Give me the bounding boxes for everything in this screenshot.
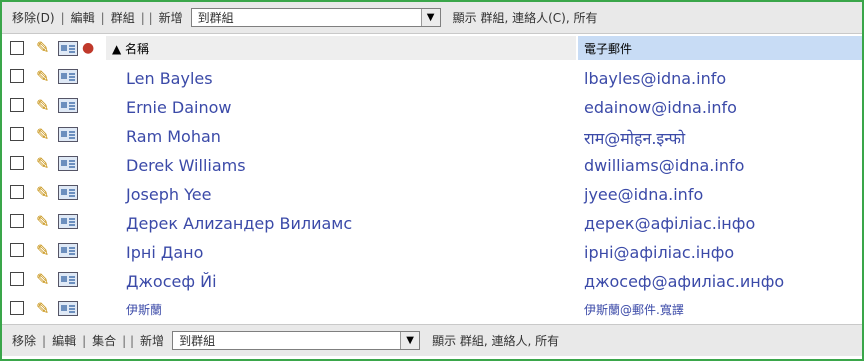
table-row[interactable]: ✎ Дерек Алиzандер Вилиамс дерек@афіліас.… bbox=[2, 209, 862, 238]
group-filter-select[interactable]: 到群組 ▼ bbox=[172, 331, 421, 350]
table-row[interactable]: ✎ Ernie Dainow edainow@idna.info bbox=[2, 93, 862, 122]
group-filter-select[interactable]: 到群組 ▼ bbox=[190, 8, 441, 27]
separator: | | bbox=[140, 10, 153, 25]
contact-card-icon bbox=[58, 41, 78, 56]
row-checkbox[interactable] bbox=[10, 272, 24, 286]
edit-button[interactable]: 編輯 bbox=[69, 9, 97, 26]
row-checkbox[interactable] bbox=[10, 98, 24, 112]
contact-name[interactable]: Джосеф Йі bbox=[126, 272, 217, 291]
table-row[interactable]: ✎ Ram Mohan राम@मोहन.इन्फो bbox=[2, 122, 862, 151]
pencil-icon[interactable]: ✎ bbox=[36, 67, 58, 87]
table-row[interactable]: ✎ Ірні Дано ірні@афіліас.інфо bbox=[2, 238, 862, 267]
contact-email[interactable]: edainow@idna.info bbox=[584, 98, 737, 117]
top-toolbar: 移除(D) | 編輯 | 群組 | | 新增 到群組 ▼ 顯示 群組, 連絡人(… bbox=[2, 2, 862, 34]
row-checkbox[interactable] bbox=[10, 127, 24, 141]
contact-name[interactable]: Ram Mohan bbox=[126, 127, 221, 146]
contact-card-icon[interactable] bbox=[58, 243, 78, 258]
group-filter-value: 到群組 bbox=[179, 334, 216, 348]
pencil-icon: ✎ bbox=[36, 38, 50, 57]
group-icon: ● bbox=[82, 40, 95, 56]
group-button[interactable]: 群組 bbox=[109, 9, 137, 26]
separator: | bbox=[100, 10, 105, 25]
pencil-icon[interactable]: ✎ bbox=[36, 96, 58, 116]
contact-email[interactable]: jyee@idna.info bbox=[584, 185, 703, 204]
remove-button[interactable]: 移除(D) bbox=[10, 9, 57, 26]
contacts-panel: 移除(D) | 編輯 | 群組 | | 新增 到群組 ▼ 顯示 群組, 連絡人(… bbox=[0, 0, 864, 361]
contact-email[interactable]: джосеф@афиліас.инфо bbox=[584, 272, 784, 291]
group-button[interactable]: 集合 bbox=[90, 332, 118, 349]
email-column-header[interactable]: 電子郵件 bbox=[578, 36, 862, 60]
table-row[interactable]: ✎ Joseph Yee jyee@idna.info bbox=[2, 180, 862, 209]
row-checkbox[interactable] bbox=[10, 301, 24, 315]
contact-card-icon[interactable] bbox=[58, 69, 78, 84]
contact-email[interactable]: राम@मोहन.इन्फो bbox=[584, 127, 685, 149]
table-row[interactable]: ✎ Len Bayles lbayles@idna.info bbox=[2, 64, 862, 93]
contact-card-icon[interactable] bbox=[58, 185, 78, 200]
new-button[interactable]: 新增 bbox=[138, 332, 166, 349]
pencil-icon[interactable]: ✎ bbox=[36, 241, 58, 261]
contact-name[interactable]: Joseph Yee bbox=[126, 185, 211, 204]
contact-name[interactable]: Ernie Dainow bbox=[126, 98, 232, 117]
pencil-icon[interactable]: ✎ bbox=[36, 125, 58, 145]
row-checkbox[interactable] bbox=[10, 243, 24, 257]
contact-name[interactable]: Дерек Алиzандер Вилиамс bbox=[126, 214, 352, 233]
chevron-down-icon[interactable]: ▼ bbox=[400, 332, 420, 349]
bottom-toolbar: 移除 | 編輯 | 集合 | | 新增 到群組 ▼ 顯示 群組, 連絡人, 所有 bbox=[2, 324, 862, 356]
contact-card-icon[interactable] bbox=[58, 127, 78, 142]
separator: | | bbox=[122, 333, 135, 348]
separator: | bbox=[42, 333, 47, 348]
contact-list: ✎ Len Bayles lbayles@idna.info ✎ Ernie D… bbox=[2, 64, 862, 325]
contact-email[interactable]: 伊斯蘭@郵件.寬譯 bbox=[584, 301, 684, 318]
contact-name[interactable]: Ірні Дано bbox=[126, 243, 203, 262]
contact-card-icon[interactable] bbox=[58, 156, 78, 171]
table-row[interactable]: ✎ 伊斯蘭 伊斯蘭@郵件.寬譯 bbox=[2, 296, 862, 325]
contact-name[interactable]: 伊斯蘭 bbox=[126, 301, 162, 318]
new-button[interactable]: 新增 bbox=[157, 9, 185, 26]
pencil-icon[interactable]: ✎ bbox=[36, 299, 58, 319]
pencil-icon[interactable]: ✎ bbox=[36, 212, 58, 232]
pencil-icon[interactable]: ✎ bbox=[36, 183, 58, 203]
row-checkbox[interactable] bbox=[10, 69, 24, 83]
table-row[interactable]: ✎ Джосеф Йі джосеф@афиліас.инфо bbox=[2, 267, 862, 296]
group-filter-value: 到群組 bbox=[197, 11, 234, 25]
contact-email[interactable]: дерек@афіліас.інфо bbox=[584, 214, 755, 233]
chevron-down-icon[interactable]: ▼ bbox=[420, 9, 440, 26]
contact-email[interactable]: dwilliams@idna.info bbox=[584, 156, 744, 175]
contact-card-icon[interactable] bbox=[58, 301, 78, 316]
contact-email[interactable]: ірні@афіліас.інфо bbox=[584, 243, 734, 262]
row-checkbox[interactable] bbox=[10, 214, 24, 228]
table-row[interactable]: ✎ Derek Williams dwilliams@idna.info bbox=[2, 151, 862, 180]
name-column-header[interactable]: ▲ 名稱 bbox=[106, 36, 576, 60]
edit-button[interactable]: 編輯 bbox=[50, 332, 78, 349]
row-checkbox[interactable] bbox=[10, 185, 24, 199]
contact-name[interactable]: Len Bayles bbox=[126, 69, 213, 88]
contact-email[interactable]: lbayles@idna.info bbox=[584, 69, 726, 88]
contact-card-icon[interactable] bbox=[58, 214, 78, 229]
pencil-icon[interactable]: ✎ bbox=[36, 154, 58, 174]
separator: | bbox=[82, 333, 87, 348]
show-filter-text[interactable]: 顯示 群組, 連絡人(C), 所有 bbox=[453, 9, 598, 26]
contact-card-icon[interactable] bbox=[58, 272, 78, 287]
contact-card-icon[interactable] bbox=[58, 98, 78, 113]
remove-button[interactable]: 移除 bbox=[10, 332, 38, 349]
row-checkbox[interactable] bbox=[10, 156, 24, 170]
show-filter-text[interactable]: 顯示 群組, 連絡人, 所有 bbox=[432, 332, 559, 349]
contact-name[interactable]: Derek Williams bbox=[126, 156, 246, 175]
separator: | bbox=[60, 10, 65, 25]
select-all-checkbox[interactable] bbox=[10, 41, 24, 55]
pencil-icon[interactable]: ✎ bbox=[36, 270, 58, 290]
table-header: ✎ ● ▲ 名稱 電子郵件 bbox=[2, 34, 862, 62]
